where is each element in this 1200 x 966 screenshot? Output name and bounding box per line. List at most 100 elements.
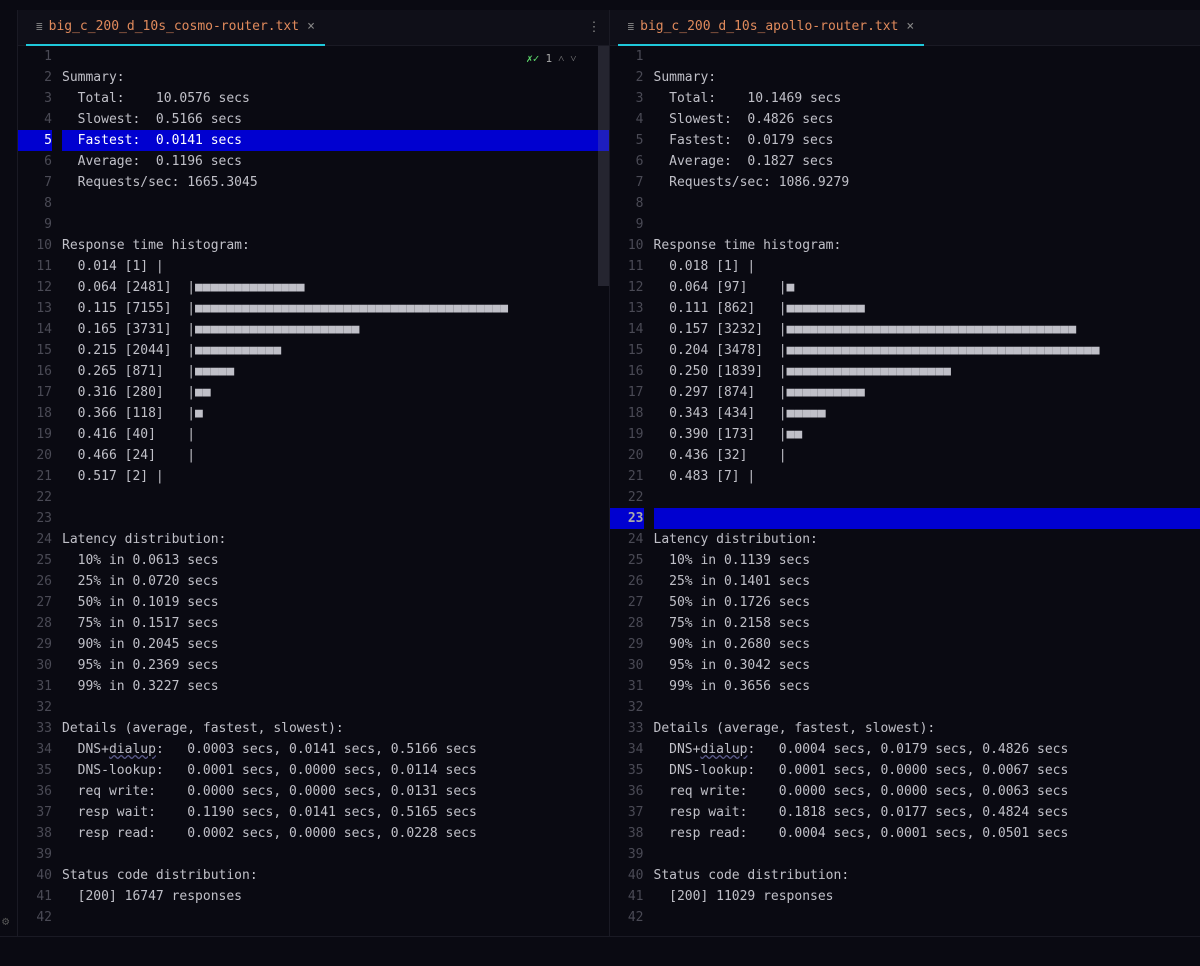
code-line[interactable]: Latency distribution:	[62, 529, 609, 550]
code-line[interactable]: Latency distribution:	[654, 529, 1200, 550]
code-line[interactable]: 99% in 0.3656 secs	[654, 676, 1200, 697]
code-line[interactable]: [200] 16747 responses	[62, 886, 609, 907]
code-line[interactable]: [200] 11029 responses	[654, 886, 1200, 907]
code-line[interactable]: 0.436 [32] |	[654, 445, 1200, 466]
code-line[interactable]: Summary:	[654, 67, 1200, 88]
code-line[interactable]	[654, 907, 1200, 928]
diff-indicator[interactable]: ✗✓ 1 ˄ ˅	[526, 52, 576, 65]
code-line[interactable]: 0.316 [280] |■■	[62, 382, 609, 403]
code-line[interactable]: 0.157 [3232] |■■■■■■■■■■■■■■■■■■■■■■■■■■…	[654, 319, 1200, 340]
code-line[interactable]: Average: 0.1196 secs	[62, 151, 609, 172]
left-code[interactable]: Summary: Total: 10.0576 secs Slowest: 0.…	[62, 46, 609, 936]
code-line[interactable]: 0.366 [118] |■	[62, 403, 609, 424]
close-icon[interactable]: ×	[906, 19, 914, 34]
code-line[interactable]	[62, 487, 609, 508]
code-line[interactable]: req write: 0.0000 secs, 0.0000 secs, 0.0…	[62, 781, 609, 802]
code-line[interactable]: 95% in 0.2369 secs	[62, 655, 609, 676]
code-line[interactable]: 0.064 [2481] |■■■■■■■■■■■■■■	[62, 277, 609, 298]
code-line[interactable]: Average: 0.1827 secs	[654, 151, 1200, 172]
code-line[interactable]: 0.064 [97] |■	[654, 277, 1200, 298]
code-line[interactable]: 0.297 [874] |■■■■■■■■■■	[654, 382, 1200, 403]
scrollbar-thumb[interactable]	[598, 46, 609, 286]
code-line[interactable]	[654, 46, 1200, 67]
code-line[interactable]: 0.343 [434] |■■■■■	[654, 403, 1200, 424]
code-line[interactable]: DNS-lookup: 0.0001 secs, 0.0000 secs, 0.…	[62, 760, 609, 781]
gutter-line: 40	[18, 865, 52, 886]
code-line[interactable]	[62, 508, 609, 529]
code-line[interactable]: 25% in 0.1401 secs	[654, 571, 1200, 592]
code-line[interactable]: 0.466 [24] |	[62, 445, 609, 466]
code-line[interactable]	[62, 844, 609, 865]
code-line[interactable]: req write: 0.0000 secs, 0.0000 secs, 0.0…	[654, 781, 1200, 802]
code-line[interactable]: DNS+dialup: 0.0003 secs, 0.0141 secs, 0.…	[62, 739, 609, 760]
code-line[interactable]: Status code distribution:	[62, 865, 609, 886]
code-line[interactable]: 10% in 0.0613 secs	[62, 550, 609, 571]
code-line[interactable]: resp read: 0.0004 secs, 0.0001 secs, 0.0…	[654, 823, 1200, 844]
code-line[interactable]: Fastest: 0.0141 secs	[62, 130, 609, 151]
close-icon[interactable]: ×	[307, 19, 315, 34]
code-line[interactable]: Requests/sec: 1086.9279	[654, 172, 1200, 193]
settings-gear-icon[interactable]: ⚙	[2, 914, 9, 928]
code-line[interactable]: 0.111 [862] |■■■■■■■■■■	[654, 298, 1200, 319]
code-line[interactable]: Response time histogram:	[654, 235, 1200, 256]
code-line[interactable]	[62, 214, 609, 235]
right-code[interactable]: Summary: Total: 10.1469 secs Slowest: 0.…	[654, 46, 1200, 936]
code-line[interactable]	[62, 697, 609, 718]
left-scrollbar[interactable]	[598, 46, 609, 936]
code-line[interactable]: 25% in 0.0720 secs	[62, 571, 609, 592]
code-line[interactable]: 0.014 [1] |	[62, 256, 609, 277]
code-line[interactable]: 90% in 0.2045 secs	[62, 634, 609, 655]
code-line[interactable]: 0.018 [1] |	[654, 256, 1200, 277]
code-line[interactable]: DNS-lookup: 0.0001 secs, 0.0000 secs, 0.…	[654, 760, 1200, 781]
code-line[interactable]: 0.416 [40] |	[62, 424, 609, 445]
code-line[interactable]	[62, 193, 609, 214]
code-line[interactable]: 0.204 [3478] |■■■■■■■■■■■■■■■■■■■■■■■■■■…	[654, 340, 1200, 361]
code-line[interactable]: Details (average, fastest, slowest):	[62, 718, 609, 739]
right-editor[interactable]: 1234567891011121314151617181920212223242…	[610, 46, 1200, 936]
code-line[interactable]: Status code distribution:	[654, 865, 1200, 886]
code-line[interactable]: Summary:	[62, 67, 609, 88]
code-line[interactable]: 0.215 [2044] |■■■■■■■■■■■	[62, 340, 609, 361]
code-line[interactable]	[62, 907, 609, 928]
code-line[interactable]: Slowest: 0.4826 secs	[654, 109, 1200, 130]
code-line[interactable]: 75% in 0.2158 secs	[654, 613, 1200, 634]
code-line[interactable]: 0.265 [871] |■■■■■	[62, 361, 609, 382]
code-line[interactable]	[654, 508, 1200, 529]
right-tab[interactable]: ≣ big_c_200_d_10s_apollo-router.txt ×	[618, 10, 925, 46]
code-line[interactable]: 0.250 [1839] |■■■■■■■■■■■■■■■■■■■■■	[654, 361, 1200, 382]
code-line[interactable]: resp read: 0.0002 secs, 0.0000 secs, 0.0…	[62, 823, 609, 844]
left-tab[interactable]: ≣ big_c_200_d_10s_cosmo-router.txt ×	[26, 10, 325, 46]
code-line[interactable]: 0.517 [2] |	[62, 466, 609, 487]
code-line[interactable]: 0.165 [3731] |■■■■■■■■■■■■■■■■■■■■■	[62, 319, 609, 340]
code-line[interactable]: DNS+dialup: 0.0004 secs, 0.0179 secs, 0.…	[654, 739, 1200, 760]
code-line[interactable]: Slowest: 0.5166 secs	[62, 109, 609, 130]
prev-diff-icon[interactable]: ˄	[558, 52, 564, 65]
code-line[interactable]: 99% in 0.3227 secs	[62, 676, 609, 697]
code-line[interactable]: resp wait: 0.1818 secs, 0.0177 secs, 0.4…	[654, 802, 1200, 823]
code-line[interactable]: Fastest: 0.0179 secs	[654, 130, 1200, 151]
code-line[interactable]	[654, 487, 1200, 508]
code-line[interactable]: 10% in 0.1139 secs	[654, 550, 1200, 571]
code-line[interactable]: resp wait: 0.1190 secs, 0.0141 secs, 0.5…	[62, 802, 609, 823]
code-line[interactable]	[654, 844, 1200, 865]
left-editor[interactable]: ✗✓ 1 ˄ ˅ 1234567891011121314151617181920…	[18, 46, 609, 936]
code-line[interactable]: Response time histogram:	[62, 235, 609, 256]
code-line[interactable]: Details (average, fastest, slowest):	[654, 718, 1200, 739]
code-line[interactable]: 50% in 0.1726 secs	[654, 592, 1200, 613]
code-line[interactable]: 0.115 [7155] |■■■■■■■■■■■■■■■■■■■■■■■■■■…	[62, 298, 609, 319]
next-diff-icon[interactable]: ˅	[570, 52, 576, 65]
code-line[interactable]: 95% in 0.3042 secs	[654, 655, 1200, 676]
file-icon: ≣	[628, 20, 635, 33]
code-line[interactable]: 50% in 0.1019 secs	[62, 592, 609, 613]
more-icon[interactable]: ⋮	[588, 20, 601, 35]
code-line[interactable]: Total: 10.1469 secs	[654, 88, 1200, 109]
code-line[interactable]: 75% in 0.1517 secs	[62, 613, 609, 634]
code-line[interactable]	[654, 214, 1200, 235]
code-line[interactable]: 90% in 0.2680 secs	[654, 634, 1200, 655]
code-line[interactable]: Total: 10.0576 secs	[62, 88, 609, 109]
code-line[interactable]	[654, 193, 1200, 214]
code-line[interactable]: 0.390 [173] |■■	[654, 424, 1200, 445]
code-line[interactable]: 0.483 [7] |	[654, 466, 1200, 487]
code-line[interactable]: Requests/sec: 1665.3045	[62, 172, 609, 193]
code-line[interactable]	[654, 697, 1200, 718]
